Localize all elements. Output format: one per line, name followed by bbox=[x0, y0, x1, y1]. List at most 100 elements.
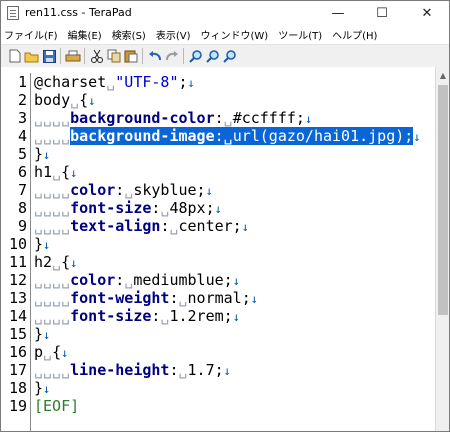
line-number: 1 bbox=[17, 73, 27, 91]
token: url(gazo/hai01.jpg); bbox=[232, 127, 414, 145]
return-mark: ↓ bbox=[61, 346, 69, 360]
space-mark: ␣ bbox=[223, 127, 233, 145]
code-line: ␣␣␣␣font-weight:␣normal;↓ bbox=[34, 289, 258, 307]
token: h1 bbox=[34, 163, 53, 181]
line-number: 2 bbox=[17, 91, 27, 109]
token: "UTF-8" bbox=[115, 73, 179, 91]
token: @charset bbox=[34, 73, 107, 91]
token: : bbox=[214, 109, 224, 127]
return-mark: ↓ bbox=[205, 184, 213, 198]
return-mark: ↓ bbox=[43, 328, 51, 342]
token: { bbox=[52, 343, 62, 361]
eof-marker: [EOF] bbox=[34, 397, 80, 415]
code-line: h1␣{↓ bbox=[34, 163, 77, 181]
code-line: @charset␣"UTF-8";↓ bbox=[34, 73, 195, 91]
return-mark: ↓ bbox=[43, 382, 51, 396]
open-folder-icon[interactable] bbox=[24, 48, 40, 64]
redo-icon[interactable] bbox=[164, 48, 180, 64]
find-next-icon[interactable] bbox=[205, 48, 221, 64]
token: : bbox=[115, 271, 125, 289]
menu-help[interactable]: ヘルプ(H) bbox=[329, 27, 380, 42]
indent-mark: ␣␣␣␣ bbox=[34, 271, 71, 289]
toolbar-separator bbox=[60, 48, 61, 64]
menu-file[interactable]: ファイル(F) bbox=[1, 27, 61, 42]
token: text-align bbox=[70, 217, 161, 235]
token: center; bbox=[178, 217, 242, 235]
line-number: 7 bbox=[17, 181, 27, 199]
space-mark: ␣ bbox=[169, 217, 179, 235]
text-editor[interactable]: 1 2 3 4 5 6 7 8 9 10 11 12 13 14 15 16 1… bbox=[1, 73, 435, 431]
minimize-button[interactable]: — bbox=[316, 1, 360, 25]
token: p bbox=[34, 343, 44, 361]
token: } bbox=[34, 325, 44, 343]
return-mark: ↓ bbox=[187, 76, 195, 90]
title-bar[interactable]: ren11.css - TeraPad — ☐ ✕ bbox=[1, 1, 449, 25]
token: background-color bbox=[70, 109, 215, 127]
toolbar-separator bbox=[142, 48, 143, 64]
menu-tools[interactable]: ツール(T) bbox=[275, 27, 325, 42]
new-file-icon[interactable] bbox=[7, 48, 23, 64]
menu-window[interactable]: ウィンドウ(W) bbox=[198, 27, 272, 42]
token: color bbox=[70, 271, 116, 289]
indent-mark: ␣␣␣␣ bbox=[34, 127, 71, 145]
line-number: 14 bbox=[8, 307, 27, 325]
code-line: ␣␣␣␣line-height:␣1.7;↓ bbox=[34, 361, 231, 379]
code-line: ␣␣␣␣color:␣skyblue;↓ bbox=[34, 181, 213, 199]
selected-text[interactable]: background-image:␣url(gazo/hai01.jpg); bbox=[70, 127, 414, 145]
menu-view[interactable]: 表示(V) bbox=[153, 27, 194, 42]
token: : bbox=[169, 289, 179, 307]
token: body bbox=[34, 91, 71, 109]
code-line: h2␣{↓ bbox=[34, 253, 77, 271]
menu-edit[interactable]: 編集(E) bbox=[65, 27, 105, 42]
save-icon[interactable] bbox=[41, 48, 57, 64]
scrollbar-thumb[interactable] bbox=[438, 85, 448, 315]
line-number: 17 bbox=[8, 361, 27, 379]
toolbar-separator bbox=[84, 48, 85, 64]
paste-icon[interactable] bbox=[123, 48, 139, 64]
line-number: 12 bbox=[8, 271, 27, 289]
space-mark: ␣ bbox=[178, 361, 188, 379]
token: : bbox=[169, 361, 179, 379]
find-icon[interactable] bbox=[188, 48, 204, 64]
token: { bbox=[61, 163, 71, 181]
cut-icon[interactable] bbox=[89, 48, 105, 64]
space-mark: ␣ bbox=[43, 343, 53, 361]
line-number: 4 bbox=[17, 127, 27, 145]
token: : bbox=[214, 127, 224, 145]
code-line: ␣␣␣␣text-align:␣center;↓ bbox=[34, 217, 249, 235]
token: : bbox=[115, 181, 125, 199]
line-number: 16 bbox=[8, 343, 27, 361]
code-line: }↓ bbox=[34, 235, 50, 253]
return-mark: ↓ bbox=[304, 112, 313, 126]
line-number: 18 bbox=[8, 379, 27, 397]
code-line: p␣{↓ bbox=[34, 343, 68, 361]
terapad-app-icon[interactable] bbox=[7, 6, 19, 20]
token: skyblue; bbox=[133, 181, 206, 199]
token: } bbox=[34, 379, 44, 397]
return-mark: ↓ bbox=[70, 166, 78, 180]
code-line: }↓ bbox=[34, 379, 50, 397]
space-mark: ␣ bbox=[178, 289, 188, 307]
line-number: 3 bbox=[17, 109, 27, 127]
token: mediumblue; bbox=[133, 271, 233, 289]
copy-icon[interactable] bbox=[106, 48, 122, 64]
token: #ccffff; bbox=[232, 109, 305, 127]
menu-bar: ファイル(F) 編集(E) 検索(S) 表示(V) ウィンドウ(W) ツール(T… bbox=[1, 25, 449, 43]
terapad-window: ren11.css - TeraPad — ☐ ✕ ファイル(F) 編集(E) … bbox=[0, 0, 450, 432]
maximize-button[interactable]: ☐ bbox=[360, 1, 404, 25]
indent-mark: ␣␣␣␣ bbox=[34, 109, 71, 127]
line-number: 8 bbox=[17, 199, 27, 217]
close-button[interactable]: ✕ bbox=[405, 1, 449, 25]
token: font-size bbox=[70, 199, 152, 217]
code-line-selected: ␣␣␣␣background-image:␣url(gazo/hai01.jpg… bbox=[34, 127, 421, 145]
scroll-up-arrow-icon[interactable]: ▲ bbox=[436, 67, 449, 83]
print-icon[interactable] bbox=[65, 48, 81, 64]
vertical-scrollbar[interactable]: ▲ bbox=[435, 67, 449, 431]
undo-icon[interactable] bbox=[147, 48, 163, 64]
find-prev-icon[interactable] bbox=[222, 48, 238, 64]
token: } bbox=[34, 145, 44, 163]
token: h2 bbox=[34, 253, 53, 271]
menu-search[interactable]: 検索(S) bbox=[109, 27, 149, 42]
return-mark: ↓ bbox=[214, 202, 222, 216]
code-line: ␣␣␣␣font-size:␣48px;↓ bbox=[34, 199, 222, 217]
